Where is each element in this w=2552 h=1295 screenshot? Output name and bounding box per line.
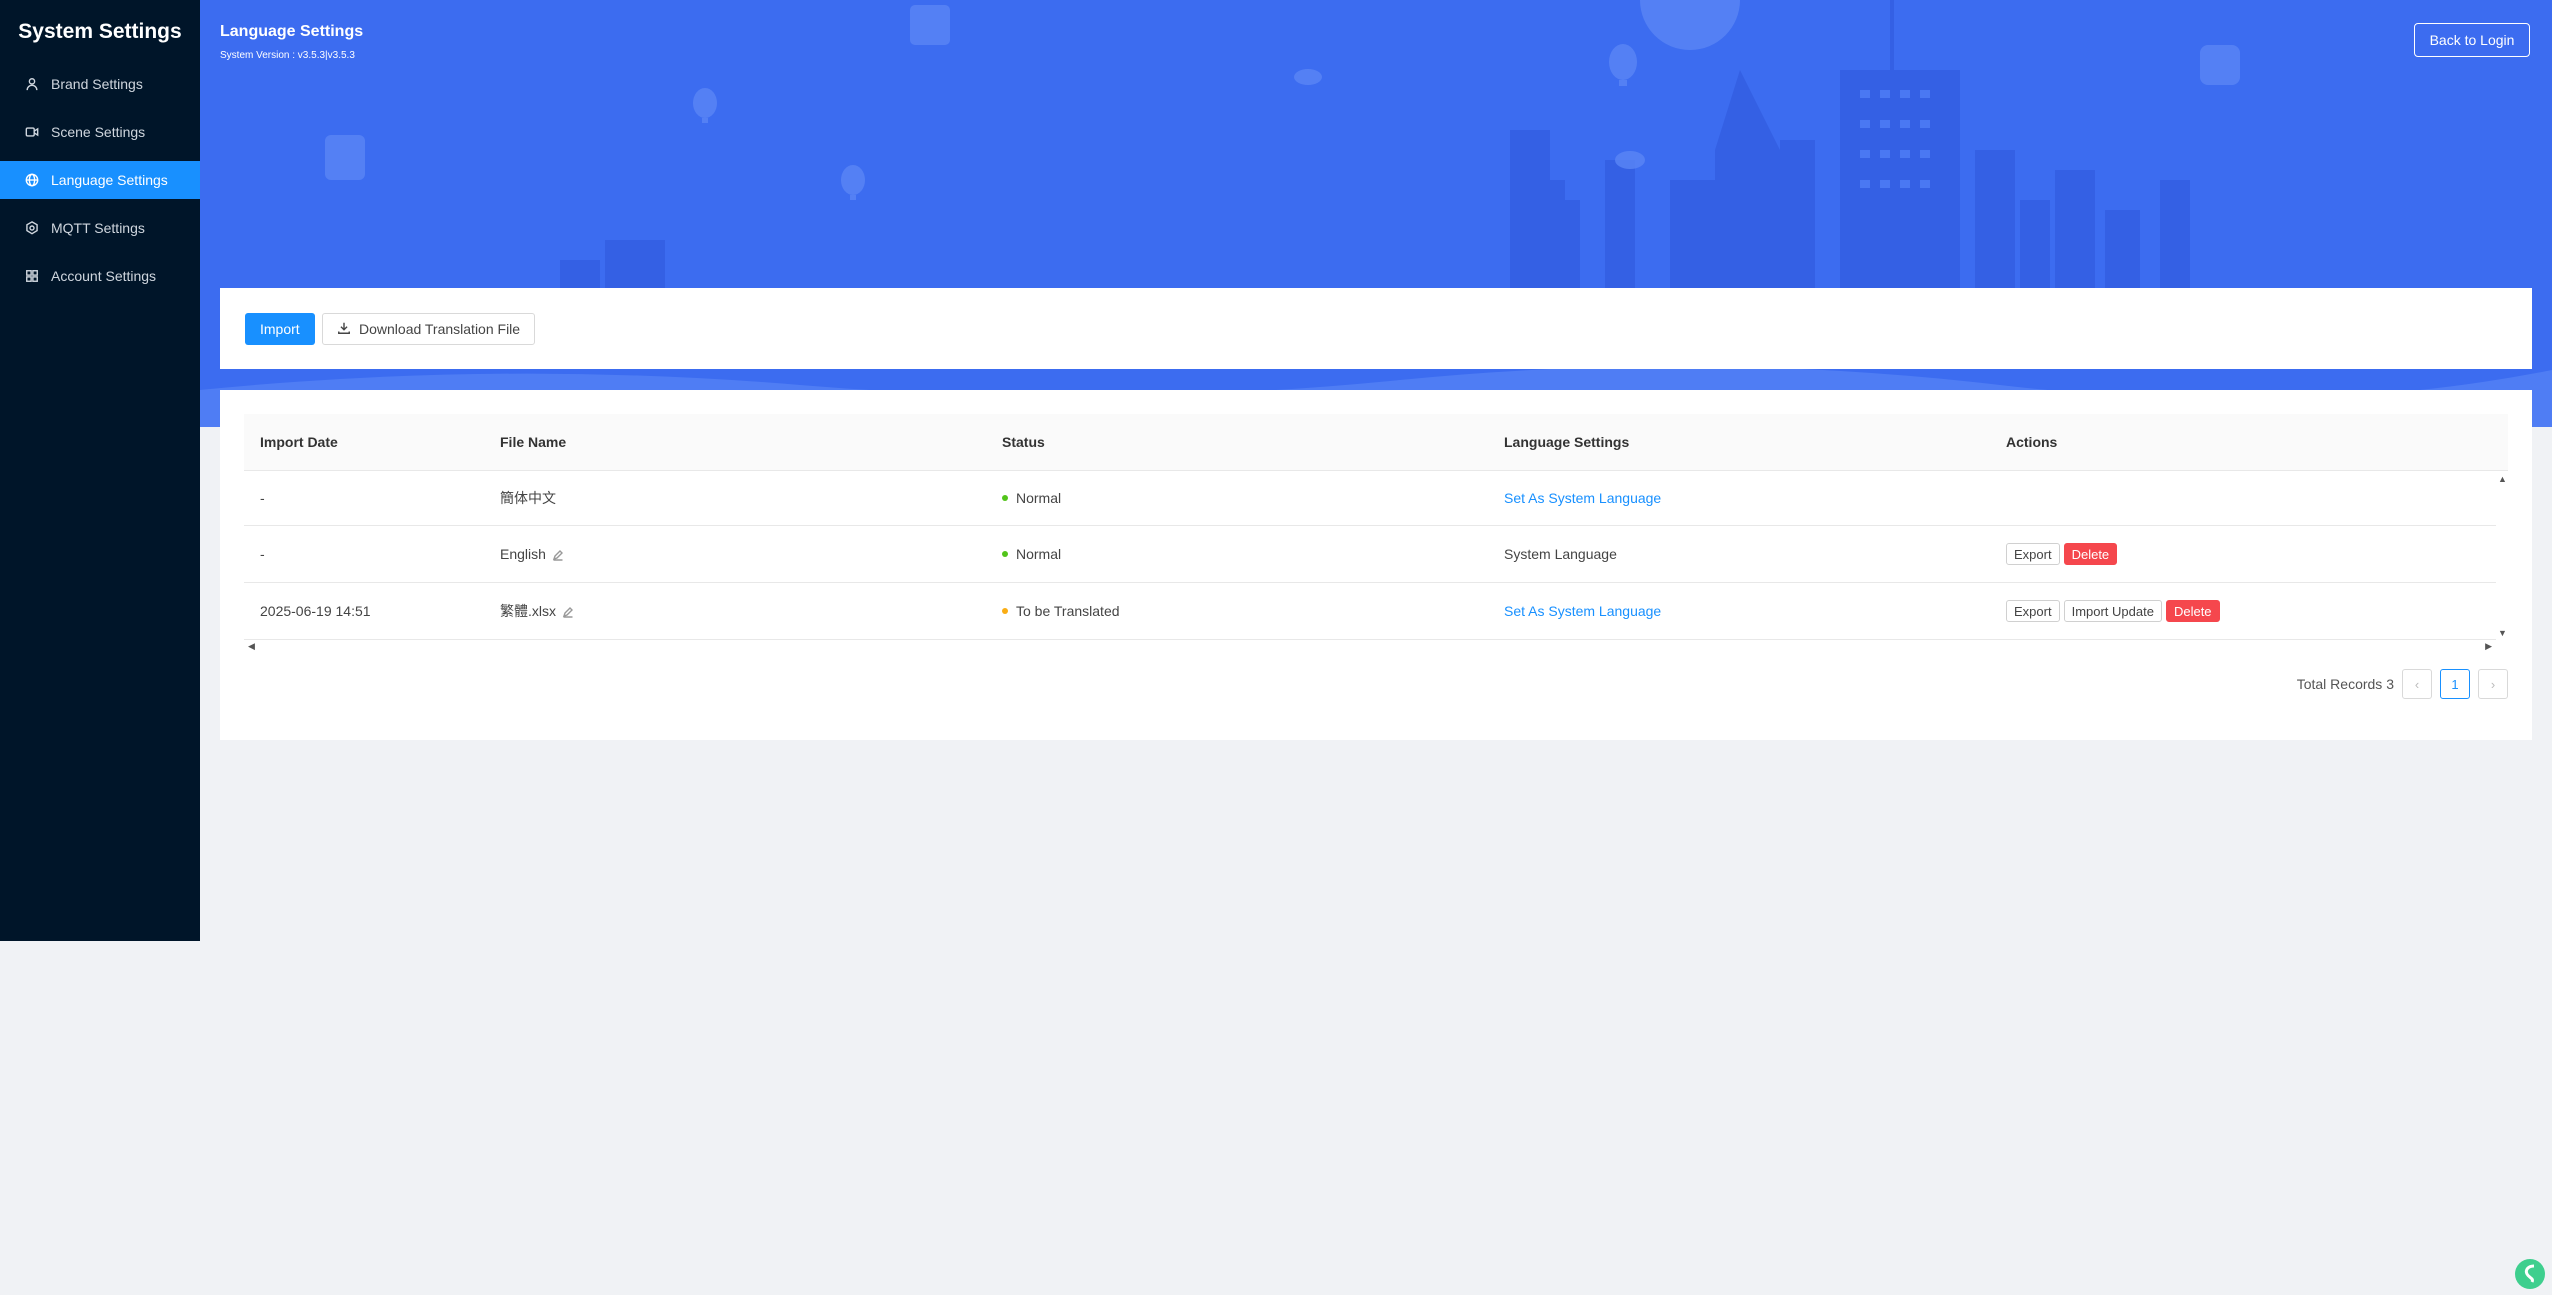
column-header-language-settings: Language Settings [1504,434,1630,450]
import-date-cell: 2025-06-19 14:51 [260,603,371,619]
status-text: Normal [1016,546,1062,562]
language-setting-cell: System Language [1504,526,1617,582]
horizontal-scrollbar[interactable]: ◀ ▶ [244,640,2496,652]
column-header-import-date: Import Date [260,434,338,450]
sidebar-item-language-settings[interactable]: Language Settings [0,161,200,199]
sidebar-item-scene-settings[interactable]: Scene Settings [0,113,200,151]
table-header: Import Date File Name Status Language Se… [244,414,2508,471]
scroll-right-arrow-icon[interactable]: ▶ [2485,641,2492,652]
import-update-button[interactable]: Import Update [2063,600,2162,622]
sidebar-item-label: Brand Settings [51,76,143,92]
status-cell: Normal [1002,471,1061,525]
set-as-system-language-link[interactable]: Set As System Language [1504,603,1661,619]
globe-icon [24,172,40,188]
status-text: Normal [1016,490,1062,506]
sidebar-item-label: Language Settings [51,172,168,188]
chevron-right-icon: › [2490,676,2496,692]
scroll-down-arrow-icon[interactable]: ▼ [2498,628,2507,638]
column-header-actions: Actions [2006,434,2058,450]
table-row: - 簡体中文 Normal Set As System Language [244,471,2496,526]
next-page-button[interactable]: › [2478,669,2508,699]
prev-page-button[interactable]: ‹ [2402,669,2432,699]
sidebar-item-mqtt-settings[interactable]: MQTT Settings [0,209,200,247]
pagination: Total Records 3 ‹ 1 › [2297,668,2508,700]
file-name-cell: English [500,526,564,582]
edit-icon[interactable] [562,605,574,618]
sidebar-menu: Brand Settings Scene Settings Language S… [0,65,200,295]
download-translation-button[interactable]: Download Translation File [322,313,536,345]
status-cell: Normal [1002,526,1061,582]
import-date-cell: - [260,546,265,562]
sidebar-item-account-settings[interactable]: Account Settings [0,257,200,295]
video-icon [24,124,40,140]
system-version: System Version : v3.5.3|v3.5.3 [220,50,355,61]
actions-cell: Export Delete [2006,526,2121,582]
sidebar-item-label: Scene Settings [51,124,146,140]
system-language-label: System Language [1504,546,1617,562]
sidebar-item-label: MQTT Settings [51,220,145,236]
back-to-login-button[interactable]: Back to Login [2414,23,2530,57]
user-icon [24,76,40,92]
status-dot-normal [1002,551,1008,557]
scroll-up-arrow-icon[interactable]: ▲ [2498,474,2507,484]
page-number-button[interactable]: 1 [2440,669,2470,699]
download-icon [337,321,351,338]
column-header-status: Status [1002,434,1045,450]
table-row: - English Normal System Language Export … [244,526,2496,583]
toolbar-card: Import Download Translation File [220,288,2532,369]
app-logo-icon[interactable] [2514,1258,2546,1290]
import-date-cell: - [260,490,265,506]
language-setting-cell: Set As System Language [1504,583,1661,639]
language-table: Import Date File Name Status Language Se… [244,414,2508,652]
delete-button[interactable]: Delete [2063,543,2118,565]
file-name: English [500,546,546,562]
sidebar-item-brand-settings[interactable]: Brand Settings [0,65,200,103]
vertical-scrollbar[interactable]: ▲ ▼ [2496,470,2508,640]
chevron-left-icon: ‹ [2414,676,2420,692]
language-setting-cell: Set As System Language [1504,471,1661,525]
file-name: 簡体中文 [500,490,556,506]
status-dot-pending [1002,608,1008,614]
file-name-cell: 簡体中文 [500,471,556,525]
actions-cell: Export Import Update Delete [2006,583,2224,639]
export-button[interactable]: Export [2006,543,2060,565]
status-text: To be Translated [1016,603,1120,619]
edit-icon[interactable] [552,548,564,561]
sidebar: System Settings Brand Settings Scene Set… [0,0,200,941]
file-name: 繁體.xlsx [500,603,556,619]
total-records: Total Records 3 [2296,676,2394,692]
sidebar-item-label: Account Settings [51,268,157,284]
table-card: Import Date File Name Status Language Se… [220,390,2532,740]
page-title: Language Settings [220,23,364,40]
status-dot-normal [1002,495,1008,501]
table-row: 2025-06-19 14:51 繁體.xlsx To be Translate… [244,583,2496,640]
scroll-left-arrow-icon[interactable]: ◀ [248,641,255,652]
delete-button[interactable]: Delete [2165,600,2220,622]
file-name-cell: 繁體.xlsx [500,583,574,639]
set-as-system-language-link[interactable]: Set As System Language [1504,490,1661,506]
grid-icon [24,268,40,284]
status-cell: To be Translated [1002,583,1120,639]
gear-icon [24,220,40,236]
download-translation-label: Download Translation File [359,321,521,337]
sidebar-title: System Settings [18,20,182,43]
import-button[interactable]: Import [245,313,315,345]
column-header-file-name: File Name [500,434,567,450]
export-button[interactable]: Export [2006,600,2060,622]
